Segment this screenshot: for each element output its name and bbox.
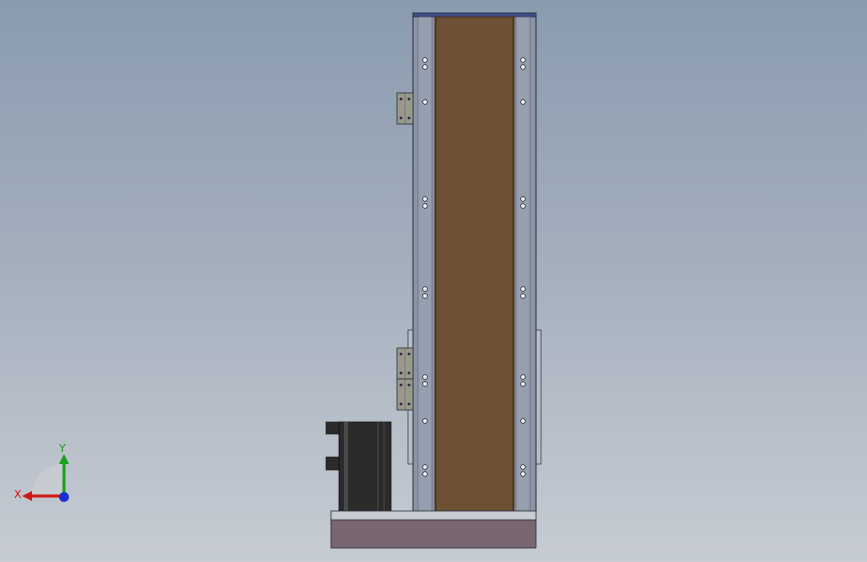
orientation-triad: Y X (14, 442, 69, 502)
right-side-plate (535, 329, 542, 465)
y-axis-arrow-icon (59, 454, 69, 464)
left-rail (417, 16, 433, 512)
stepper-motor (325, 421, 392, 513)
drive-belt (434, 16, 515, 512)
y-axis-label: Y (58, 442, 66, 455)
x-axis-label: X (14, 488, 22, 501)
triad-plane-shading (32, 464, 64, 496)
x-axis-arrow-icon (22, 491, 32, 501)
graphics-viewport[interactable]: Y X (0, 0, 867, 562)
base-block (330, 519, 537, 549)
upper-bracket (396, 92, 414, 125)
frame-top-cap (412, 12, 537, 18)
z-axis-dot-icon (59, 492, 69, 502)
base-plate-top (330, 510, 537, 521)
right-rail (515, 16, 531, 512)
linear-actuator-model[interactable] (0, 0, 867, 562)
lower-bracket-bottom (396, 378, 414, 411)
lower-bracket-top (396, 347, 414, 380)
